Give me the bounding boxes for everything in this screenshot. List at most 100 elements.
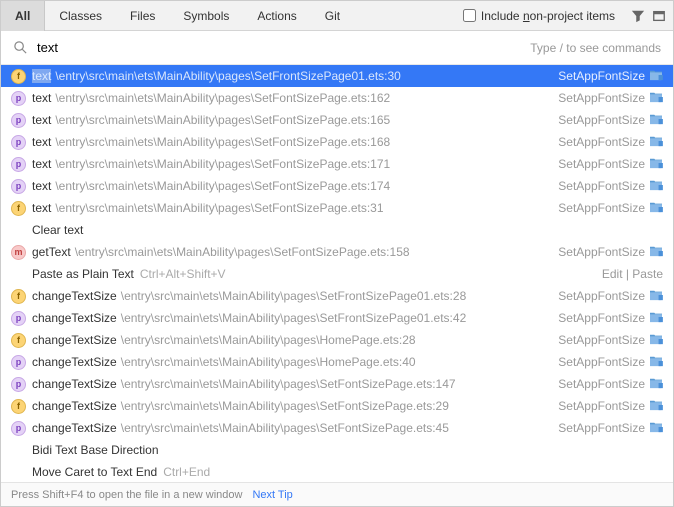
- p-badge-icon: p: [11, 135, 26, 150]
- result-scope: SetAppFontSize: [558, 201, 645, 215]
- search-hint: Type / to see commands: [530, 41, 661, 55]
- result-path: \entry\src\main\ets\MainAbility\pages\Se…: [55, 91, 390, 105]
- result-row[interactable]: p changeTextSize \entry\src\main\ets\Main…: [1, 307, 673, 329]
- result-row[interactable]: Paste as Plain Text Ctrl+Alt+Shift+V Edit …: [1, 263, 673, 285]
- next-tip-link[interactable]: Next Tip: [252, 489, 292, 501]
- result-row[interactable]: ptext \entry\src\main\ets\MainAbility\pa…: [1, 175, 673, 197]
- result-row[interactable]: ftext \entry\src\main\ets\MainAbility\pa…: [1, 197, 673, 219]
- f-badge-icon: f: [11, 289, 26, 304]
- tab-classes[interactable]: Classes: [45, 1, 116, 31]
- result-row[interactable]: ftext \entry\src\main\ets\MainAbility\pa…: [1, 65, 673, 87]
- no-icon: [11, 443, 26, 458]
- result-symbol: Bidi Text Base Direction: [32, 443, 159, 457]
- result-row[interactable]: ptext \entry\src\main\ets\MainAbility\pa…: [1, 87, 673, 109]
- p-badge-icon: p: [11, 91, 26, 106]
- result-path: \entry\src\main\ets\MainAbility\pages\Se…: [75, 245, 410, 259]
- result-scope: SetAppFontSize: [558, 355, 645, 369]
- result-symbol: changeTextSize: [32, 311, 117, 325]
- result-row[interactable]: pchangeTextSize \entry\src\main\ets\Main…: [1, 417, 673, 439]
- result-symbol: Clear text: [32, 223, 83, 237]
- result-scope: SetAppFontSize: [558, 333, 645, 347]
- include-non-project-checkbox[interactable]: Include non-project items: [463, 9, 615, 23]
- f-badge-icon: f: [11, 333, 26, 348]
- result-symbol: text: [32, 91, 51, 105]
- f-badge-icon: f: [11, 399, 26, 414]
- result-row[interactable]: p changeTextSize \entry\src\main\ets\Main…: [1, 351, 673, 373]
- result-symbol: text: [32, 135, 51, 149]
- result-path: \entry\src\main\ets\MainAbility\pages\Se…: [55, 157, 390, 171]
- result-row[interactable]: pchangeTextSize \entry\src\main\ets\Main…: [1, 373, 673, 395]
- filter-icon[interactable]: [630, 8, 646, 24]
- module-folder-icon: [649, 289, 663, 304]
- module-folder-icon: [649, 421, 663, 436]
- result-scope: SetAppFontSize: [558, 113, 645, 127]
- search-input[interactable]: [37, 40, 530, 55]
- module-folder-icon: [649, 333, 663, 348]
- result-row[interactable]: ptext \entry\src\main\ets\MainAbility\pa…: [1, 109, 673, 131]
- p-badge-icon: p: [11, 113, 26, 128]
- result-scope: SetAppFontSize: [558, 69, 645, 83]
- result-symbol: Paste as Plain Text: [32, 267, 134, 281]
- module-folder-icon: [649, 179, 663, 194]
- result-symbol: text: [32, 69, 51, 83]
- result-symbol: getText: [32, 245, 71, 259]
- no-icon: [11, 267, 26, 282]
- m-badge-icon: m: [11, 245, 26, 260]
- result-path: \entry\src\main\ets\MainAbility\pages\Se…: [121, 421, 449, 435]
- tab-symbols[interactable]: Symbols: [169, 1, 243, 31]
- result-symbol: text: [32, 113, 51, 127]
- shortcut: Ctrl+End: [163, 465, 210, 479]
- module-folder-icon: [649, 113, 663, 128]
- result-row[interactable]: Move Caret to Text End Ctrl+End: [1, 461, 673, 482]
- p-badge-icon: p: [11, 179, 26, 194]
- search-row: Type / to see commands: [1, 31, 673, 65]
- tab-actions[interactable]: Actions: [243, 1, 310, 31]
- p-badge-icon: p: [11, 157, 26, 172]
- result-path: \entry\src\main\ets\MainAbility\pages\Se…: [121, 289, 467, 303]
- result-symbol: changeTextSize: [32, 355, 117, 369]
- tab-all[interactable]: All: [1, 1, 45, 31]
- p-badge-icon: p: [11, 377, 26, 392]
- shortcut: Ctrl+Alt+Shift+V: [140, 267, 226, 281]
- result-row[interactable]: Clear text: [1, 219, 673, 241]
- p-badge-icon: p: [11, 355, 26, 370]
- tab-git[interactable]: Git: [311, 1, 354, 31]
- module-folder-icon: [649, 245, 663, 260]
- result-path: \entry\src\main\ets\MainAbility\pages\Ho…: [121, 355, 416, 369]
- result-row[interactable]: Bidi Text Base Direction: [1, 439, 673, 461]
- p-badge-icon: p: [11, 311, 26, 326]
- search-icon: [13, 40, 29, 56]
- result-path: \entry\src\main\ets\MainAbility\pages\Ho…: [121, 333, 416, 347]
- result-scope: SetAppFontSize: [558, 157, 645, 171]
- result-row[interactable]: ptext \entry\src\main\ets\MainAbility\pa…: [1, 131, 673, 153]
- result-row[interactable]: fchangeTextSize \entry\src\main\ets\Main…: [1, 285, 673, 307]
- result-scope: SetAppFontSize: [558, 289, 645, 303]
- result-row[interactable]: fchangeTextSize \entry\src\main\ets\Main…: [1, 395, 673, 417]
- result-path: \entry\src\main\ets\MainAbility\pages\Se…: [55, 201, 383, 215]
- results-list[interactable]: f text \entry\src\main\ets\MainAbility\pa…: [1, 65, 673, 482]
- result-symbol: changeTextSize: [32, 333, 117, 347]
- result-symbol: Move Caret to Text End: [32, 465, 157, 479]
- tab-files[interactable]: Files: [116, 1, 169, 31]
- result-row[interactable]: ptext \entry\src\main\ets\MainAbility\pa…: [1, 153, 673, 175]
- module-folder-icon: [649, 157, 663, 172]
- module-folder-icon: [649, 311, 663, 326]
- result-scope: Edit | Paste: [602, 267, 663, 281]
- result-path: \entry\src\main\ets\MainAbility\pages\Se…: [55, 179, 390, 193]
- module-folder-icon: [649, 377, 663, 392]
- module-folder-icon: [649, 91, 663, 106]
- module-folder-icon: [649, 135, 663, 150]
- footer: Press Shift+F4 to open the file in a new…: [1, 482, 673, 506]
- result-scope: SetAppFontSize: [558, 311, 645, 325]
- no-icon: [11, 223, 26, 238]
- result-path: \entry\src\main\ets\MainAbility\pages\Se…: [55, 69, 401, 83]
- result-symbol: text: [32, 157, 51, 171]
- result-row[interactable]: m getText \entry\src\main\ets\MainAbility…: [1, 241, 673, 263]
- result-symbol: changeTextSize: [32, 377, 117, 391]
- open-in-window-icon[interactable]: [651, 8, 667, 24]
- tabs-bar: AllClassesFilesSymbolsActionsGit Include…: [1, 1, 673, 31]
- result-path: \entry\src\main\ets\MainAbility\pages\Se…: [121, 311, 467, 325]
- result-row[interactable]: f changeTextSize \entry\src\main\ets\Main…: [1, 329, 673, 351]
- result-path: \entry\src\main\ets\MainAbility\pages\Se…: [55, 135, 390, 149]
- module-folder-icon: [649, 355, 663, 370]
